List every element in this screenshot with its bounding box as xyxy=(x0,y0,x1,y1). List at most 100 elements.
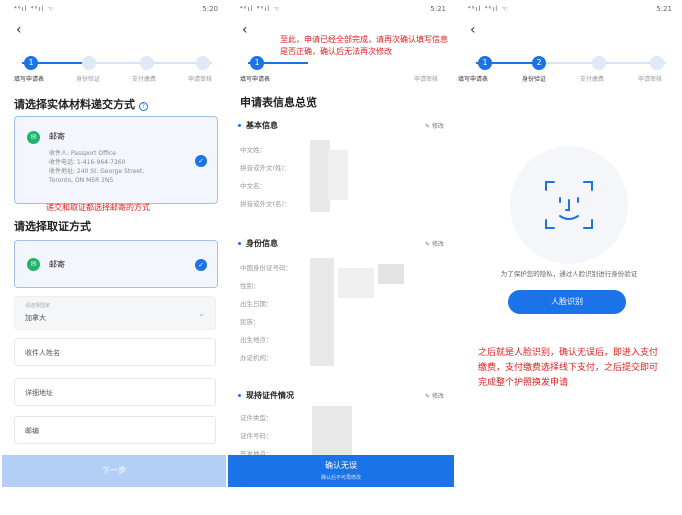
step-dot-4 xyxy=(650,56,664,70)
option-card-mail-pickup[interactable]: ✉ 邮寄 ✓ xyxy=(14,240,218,288)
section-current-cert: 现持证件情况 xyxy=(238,390,294,401)
edit-basic-button[interactable]: ✎ 修改 xyxy=(425,121,444,130)
step-label-3: 支付缴费 xyxy=(132,76,157,83)
address-input[interactable]: 详细地址 xyxy=(14,378,216,406)
face-scan-icon xyxy=(545,181,593,229)
signal-icon: ⁴⁶ıl ⁴⁶ıl ☜ xyxy=(240,5,281,13)
phone-screen-overview: ⁴⁶ıl ⁴⁶ıl ☜ 5:21 ‹ 1 填写申请表 申请审核 至此，申请已经全… xyxy=(228,0,454,515)
step-label-2: 身份验证 xyxy=(522,76,547,83)
confirm-label: 确认无误 xyxy=(325,461,357,470)
field-label: 中文名： xyxy=(240,182,266,190)
page-title: 申请表信息总览 xyxy=(240,96,317,109)
postal-code-input[interactable]: 邮编 xyxy=(14,416,216,444)
edit-label: 修改 xyxy=(431,241,444,248)
address-line: 收件地址: 240 St. George Street, xyxy=(49,168,145,175)
confirm-button[interactable]: 确认无误 确认后不可再修改 xyxy=(228,455,454,487)
field-label: 性别： xyxy=(240,282,260,290)
signal-icon: ⁴⁶ıl ⁴⁶ıl ☜ xyxy=(14,5,55,13)
face-recognition-button[interactable]: 人脸识别 xyxy=(508,290,626,314)
field-label: 出生日期： xyxy=(240,300,273,308)
phone-screen-face-verify: ⁴⁶ıl ⁴⁶ıl ☜ 5:21 ‹ 1 2 填写申请表 身份验证 支付缴费 申… xyxy=(456,0,680,515)
option-card-mail-submit[interactable]: ✉ 邮寄 收件人: Passport Office 收件电话: 1-416-96… xyxy=(14,116,218,204)
step-label-4: 申请审核 xyxy=(638,76,663,83)
country-label: 请选择国家 xyxy=(25,303,51,309)
recipient-line: 收件人: Passport Office xyxy=(49,150,116,157)
step-label-4: 申请审核 xyxy=(414,76,439,83)
step-dot-2: 2 xyxy=(532,56,546,70)
redacted-block xyxy=(312,406,352,458)
step-label-1: 填写申请表 xyxy=(240,76,271,83)
field-label: 拼音或外文(姓)： xyxy=(240,164,291,172)
checked-icon: ✓ xyxy=(195,155,207,167)
help-icon[interactable]: ? xyxy=(138,102,148,111)
edit-icon: ✎ xyxy=(425,241,431,248)
field-label: 证件类型： xyxy=(240,414,273,422)
clock: 5:21 xyxy=(430,5,446,13)
section-title-pickup: 请选择取证方式 xyxy=(14,220,91,233)
step-dot-1: 1 xyxy=(250,56,264,70)
edit-icon: ✎ xyxy=(425,123,431,130)
privacy-hint: 为了保护您的隐私，通过人脸识别进行身份验证 xyxy=(500,270,638,278)
section-title-submit-method: 请选择实体材料递交方式 ? xyxy=(14,96,148,112)
back-icon[interactable]: ‹ xyxy=(470,22,476,38)
phone-line: 收件电话: 1-416-964-7260 xyxy=(49,159,126,166)
field-label: 拼音或外文(名)： xyxy=(240,200,291,208)
step-dot-1: 1 xyxy=(24,56,38,70)
step-label-4: 申请审核 xyxy=(188,76,213,83)
redacted-block xyxy=(310,140,330,212)
chevron-down-icon: ⌄ xyxy=(198,309,205,318)
field-label: 证件号码： xyxy=(240,432,273,440)
edit-icon: ✎ xyxy=(425,393,431,400)
status-bar: ⁴⁶ıl ⁴⁶ıl ☜ 5:21 xyxy=(228,0,454,18)
annotation-note-confirm: 至此，申请已经全部完成，请再次确认填写信息是否正确，确认后无法再次修改 xyxy=(280,34,450,58)
field-label: 出生地点： xyxy=(240,336,273,344)
field-label: 办证机构： xyxy=(240,354,273,362)
section-title-text: 请选择实体材料递交方式 xyxy=(14,98,135,111)
edit-label: 修改 xyxy=(431,123,444,130)
face-area xyxy=(510,146,628,264)
field-label: 中国身份证号码： xyxy=(240,264,292,272)
recipient-name-input[interactable]: 收件人姓名 xyxy=(14,338,216,366)
next-button[interactable]: 下一步 xyxy=(2,455,226,487)
step-dot-3 xyxy=(592,56,606,70)
edit-cert-button[interactable]: ✎ 修改 xyxy=(425,391,444,400)
field-label: 民族： xyxy=(240,318,260,326)
back-icon[interactable]: ‹ xyxy=(242,22,248,38)
step-dot-4 xyxy=(196,56,210,70)
status-bar: ⁴⁶ıl ⁴⁶ıl ☜ 5:20 xyxy=(2,0,226,18)
screenshot-collage: ⁴⁶ıl ⁴⁶ıl ☜ 5:20 ‹ 1 填写申请表 身份验证 支付缴费 申请审… xyxy=(0,0,682,515)
section-basic-info: 基本信息 xyxy=(238,120,278,131)
confirm-sublabel: 确认后不可再修改 xyxy=(320,475,361,481)
step-label-1: 填写申请表 xyxy=(458,76,489,83)
country-select[interactable]: 请选择国家 加拿大 ⌄ xyxy=(14,296,216,330)
step-dot-2 xyxy=(82,56,96,70)
step-dot-3 xyxy=(140,56,154,70)
address-line-2: Toronto, ON M5R 2N5 xyxy=(49,177,114,184)
clock: 5:21 xyxy=(656,5,672,13)
stepper: 1 填写申请表 身份验证 支付缴费 申请审核 xyxy=(2,56,226,86)
phone-screen-application-form: ⁴⁶ıl ⁴⁶ıl ☜ 5:20 ‹ 1 填写申请表 身份验证 支付缴费 申请审… xyxy=(2,0,226,515)
back-icon[interactable]: ‹ xyxy=(16,22,22,38)
annotation-note-mail: 递交和取证都选择邮寄的方式 xyxy=(46,203,150,212)
country-value: 加拿大 xyxy=(25,314,46,322)
step-label-3: 支付缴费 xyxy=(580,76,605,83)
redacted-block xyxy=(338,268,374,298)
option-name: 邮寄 xyxy=(49,260,65,269)
step-label-1: 填写申请表 xyxy=(14,76,45,83)
edit-label: 修改 xyxy=(431,393,444,400)
field-label: 中文姓： xyxy=(240,146,266,154)
mail-icon: ✉ xyxy=(27,131,40,144)
redacted-block xyxy=(328,150,348,200)
signal-icon: ⁴⁶ıl ⁴⁶ıl ☜ xyxy=(468,5,509,13)
annotation-note-next: 之后就是人脸识别，确认无误后，即进入支付缴费，支付缴费选择线下支付，之后提交即可… xyxy=(478,348,659,388)
edit-identity-button[interactable]: ✎ 修改 xyxy=(425,239,444,248)
stepper: 1 2 填写申请表 身份验证 支付缴费 申请审核 xyxy=(456,56,680,86)
mail-icon: ✉ xyxy=(27,258,40,271)
clock: 5:20 xyxy=(202,5,218,13)
step-label-2: 身份验证 xyxy=(76,76,101,83)
section-identity-info: 身份信息 xyxy=(238,238,278,249)
redacted-block xyxy=(310,258,334,366)
checked-icon: ✓ xyxy=(195,259,207,271)
redacted-block xyxy=(378,264,404,284)
stepper: 1 填写申请表 申请审核 xyxy=(228,56,454,86)
